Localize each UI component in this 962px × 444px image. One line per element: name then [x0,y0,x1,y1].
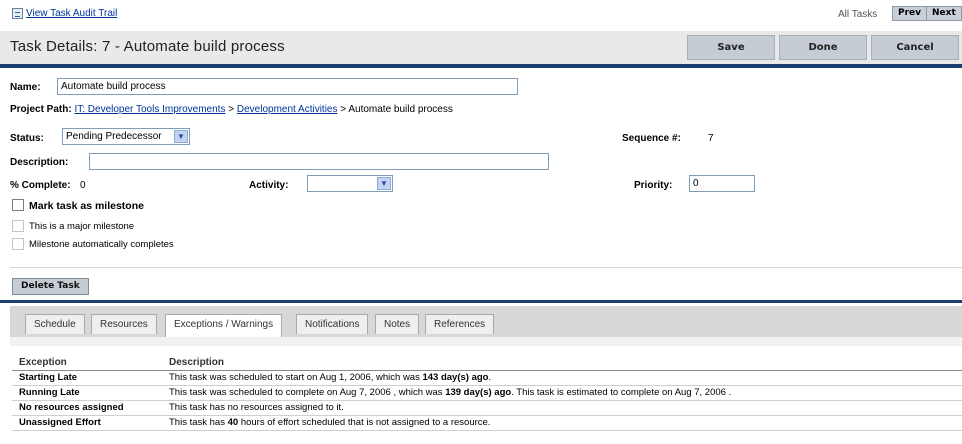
exception-description: This task was scheduled to start on Aug … [162,370,962,386]
milestone-label: Mark task as milestone [29,200,144,212]
priority-label: Priority: [634,180,673,191]
table-row: Running Late This task was scheduled to … [12,385,962,401]
description-input[interactable] [89,153,549,170]
status-label: Status: [10,133,44,144]
audit-trail-label: View Task Audit Trail [26,8,118,19]
next-button[interactable]: Next [926,6,962,21]
header-divider [0,64,962,68]
table-row: Starting Late This task was scheduled to… [12,370,962,386]
cancel-button[interactable]: Cancel [871,35,959,60]
exception-name: No resources assigned [12,400,162,416]
tab-schedule[interactable]: Schedule [25,314,85,334]
tab-resources[interactable]: Resources [91,314,157,334]
description-label: Description: [10,157,69,168]
audit-trail-icon [12,8,23,19]
chevron-down-icon: ▼ [377,177,391,190]
status-select[interactable]: Pending Predecessor ▼ [62,128,190,145]
audit-trail-link[interactable]: View Task Audit Trail [12,8,117,19]
description-emphasis: 40 [227,417,239,428]
project-path: Project Path: IT: Developer Tools Improv… [10,104,453,115]
exception-description: This task has 40 hours of effort schedul… [162,415,962,431]
description-text: . [488,372,492,383]
description-text: . This task is estimated to complete on … [511,387,732,398]
delete-task-button[interactable]: Delete Task [12,278,89,295]
name-input[interactable]: Automate build process [57,78,518,95]
activity-select[interactable]: ▼ [307,175,393,192]
complete-value: 0 [80,180,86,191]
project-path-link-activities[interactable]: Development Activities [237,104,338,115]
tab-notifications[interactable]: Notifications [296,314,369,334]
description-emphasis: 139 day(s) ago [445,387,512,398]
major-milestone-label: This is a major milestone [29,221,135,232]
form-divider [10,267,962,268]
exception-name: Running Late [12,385,162,401]
complete-label: % Complete: [10,180,71,191]
tab-content-strip [10,337,962,346]
description-text: This task was scheduled to start on Aug … [169,372,423,383]
top-bar [0,0,962,26]
table-row: Unassigned Effort This task has 40 hours… [12,415,962,431]
major-milestone-checkbox[interactable] [12,220,24,232]
status-value: Pending Predecessor [66,131,162,142]
exception-name: Starting Late [12,370,162,386]
project-path-current: Automate build process [348,104,453,115]
path-separator: > [337,104,349,115]
path-separator: > [225,104,237,115]
section-divider [0,300,962,303]
exception-name: Unassigned Effort [12,415,162,431]
table-header-row: Exception Description [12,356,962,371]
description-text: This task was scheduled to complete on A… [169,387,446,398]
description-emphasis: 143 day(s) ago [422,372,489,383]
priority-input[interactable]: 0 [689,175,755,192]
column-header-description: Description [162,356,962,371]
exception-description: This task was scheduled to complete on A… [162,385,962,401]
description-text: hours of effort scheduled that is not as… [238,417,491,428]
activity-label: Activity: [249,180,289,191]
sequence-value: 7 [708,133,714,144]
name-label: Name: [10,82,41,93]
save-button[interactable]: Save [687,35,775,60]
auto-complete-checkbox[interactable] [12,238,24,250]
all-tasks-label: All Tasks [838,9,878,20]
chevron-down-icon: ▼ [174,130,188,143]
project-path-link-program[interactable]: IT: Developer Tools Improvements [74,104,225,115]
table-row: No resources assigned This task has no r… [12,400,962,416]
exceptions-table: Exception Description Starting Late This… [12,356,962,431]
page-title: Task Details: 7 - Automate build process [10,38,285,55]
sequence-label: Sequence #: [622,133,681,144]
done-button[interactable]: Done [779,35,867,60]
auto-complete-label: Milestone automatically completes [29,239,174,250]
project-path-label: Project Path: [10,104,72,115]
prev-button[interactable]: Prev [892,6,928,21]
tab-exceptions-warnings[interactable]: Exceptions / Warnings [165,314,283,337]
tab-references[interactable]: References [425,314,495,334]
milestone-checkbox[interactable] [12,199,24,211]
exception-description: This task has no resources assigned to i… [162,400,962,416]
description-text: This task has no resources assigned to i… [169,402,344,413]
description-text: This task has [169,417,228,428]
column-header-exception: Exception [12,356,162,371]
tab-notes[interactable]: Notes [375,314,420,334]
